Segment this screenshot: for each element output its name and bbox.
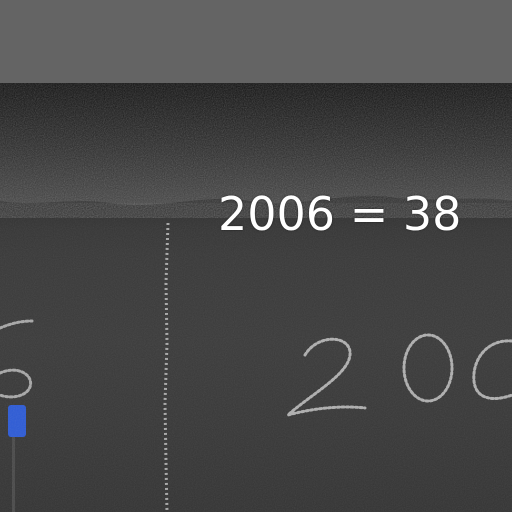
cave-wall-photo: 2006 = 38 <box>0 83 512 512</box>
measurement-label: 2006 = 38 <box>218 187 462 241</box>
photo-illustration <box>0 83 512 512</box>
top-bar <box>0 0 512 83</box>
image-frame: 2006 = 38 <box>0 0 512 512</box>
wall-texture <box>0 203 512 512</box>
